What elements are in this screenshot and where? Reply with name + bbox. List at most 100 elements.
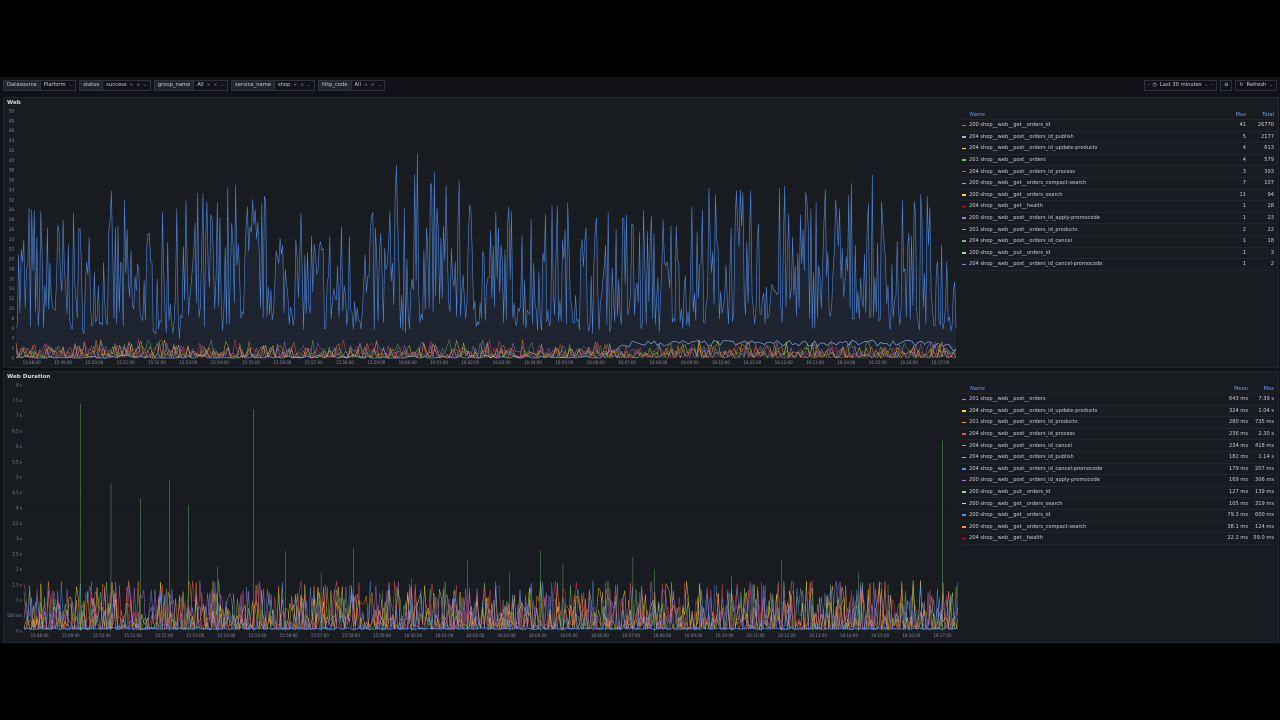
series-label[interactable]: 200 shop__web__get__orders_id — [969, 122, 1050, 128]
legend-row[interactable]: 200 shop__web__post__orders_id_apply-pro… — [962, 213, 1274, 225]
legend-row[interactable]: 204 shop__web__post__orders_id_process 23… — [962, 429, 1274, 441]
legend-series-name[interactable]: 200 shop__web__get__orders_compact-searc… — [962, 180, 1202, 186]
close-icon[interactable]: × — [207, 81, 211, 90]
legend-row[interactable]: 204 shop__web__post__orders_id_process 3 3… — [962, 166, 1274, 178]
legend-header-name[interactable]: Name — [962, 386, 1206, 392]
legend-series-name[interactable]: 204 shop__web__post__orders_id_publish — [962, 454, 1206, 460]
variable-select[interactable]: Platform ⌄ — [40, 80, 77, 91]
legend-row[interactable]: 204 shop__web__get__health 1 28 — [962, 201, 1274, 213]
legend-row[interactable]: 201 shop__web__post__orders 643 ms 7.39 s — [962, 394, 1274, 406]
series-label[interactable]: 204 shop__web__post__orders_id_update-pr… — [969, 145, 1097, 151]
series-label[interactable]: 201 shop__web__post__orders_id_products — [969, 227, 1078, 233]
chevron-down-icon[interactable]: ⌄ — [307, 81, 311, 90]
legend-row[interactable]: 204 shop__web__post__orders_id_cancel 234… — [962, 440, 1274, 452]
legend-row[interactable]: 200 shop__web__put__orders_id 1 3 — [962, 248, 1274, 260]
zoom-out-button[interactable]: ⊖ — [1220, 80, 1233, 91]
legend-series-name[interactable]: 201 shop__web__post__orders — [962, 157, 1202, 163]
time-range-picker[interactable]: ‹ ◷ Last 30 minutes ⌄ › — [1143, 80, 1218, 91]
legend-series-name[interactable]: 200 shop__web__get__orders_search — [962, 501, 1206, 507]
web-duration-chart[interactable]: 0 s 500 ms 1 s 1.5 s 2 s 2.5 s 3 s 3.5 s 4 s 4.5 … — [4, 383, 960, 641]
legend-series-name[interactable]: 204 shop__web__get__health — [962, 535, 1206, 541]
legend-row[interactable]: 200 shop__web__put__orders_id 127 ms 139 m… — [962, 487, 1274, 499]
legend-header-col1[interactable]: Max — [1202, 112, 1246, 118]
series-label[interactable]: 200 shop__web__get__orders_search — [969, 192, 1062, 198]
legend-series-name[interactable]: 204 shop__web__post__orders_id_process — [962, 431, 1206, 437]
series-label[interactable]: 201 shop__web__post__orders — [969, 396, 1046, 402]
variable-select[interactable]: success × × ⌄ — [103, 80, 151, 91]
series-label[interactable]: 204 shop__web__post__orders_id_publish — [969, 454, 1074, 460]
variable-service-name[interactable]: service_name shop × × ⌄ — [231, 80, 315, 91]
legend-series-name[interactable]: 200 shop__web__post__orders_id_apply-pro… — [962, 215, 1202, 221]
legend-series-name[interactable]: 200 shop__web__get__orders_id — [962, 512, 1206, 518]
close-icon[interactable]: × — [293, 81, 297, 90]
legend-row[interactable]: 201 shop__web__post__orders_id_products 2… — [962, 224, 1274, 236]
panel-title[interactable]: Web — [7, 100, 21, 106]
series-label[interactable]: 200 shop__web__put__orders_id — [969, 250, 1050, 256]
legend-series-name[interactable]: 204 shop__web__post__orders_id_cancel — [962, 443, 1206, 449]
variable-group-name[interactable]: group_name All × × ⌄ — [153, 80, 229, 91]
legend-row[interactable]: 200 shop__web__get__orders_compact-searc… — [962, 178, 1274, 190]
variable-select[interactable]: All × × ⌄ — [194, 80, 229, 91]
variable-select[interactable]: All × × ⌄ — [351, 80, 386, 91]
legend-row[interactable]: 200 shop__web__get__orders_id 79.3 ms 600 … — [962, 510, 1274, 522]
legend-row[interactable]: 204 shop__web__post__orders_id_cancel-pr… — [962, 259, 1274, 271]
legend-series-name[interactable]: 200 shop__web__post__orders_id_apply-pro… — [962, 477, 1206, 483]
legend-header-col1[interactable]: Mean — [1206, 386, 1248, 392]
legend-series-name[interactable]: 204 shop__web__post__orders_id_update-pr… — [962, 408, 1206, 414]
legend-series-name[interactable]: 200 shop__web__get__orders_search — [962, 192, 1202, 198]
legend-header-name[interactable]: Name — [962, 112, 1202, 118]
series-label[interactable]: 204 shop__web__post__orders_id_process — [969, 431, 1075, 437]
legend-header-col2[interactable]: Max — [1248, 386, 1274, 392]
legend-series-name[interactable]: 200 shop__web__put__orders_id — [962, 250, 1202, 256]
legend-series-name[interactable]: 204 shop__web__get__health — [962, 203, 1202, 209]
web-chart[interactable]: 0246810121416182022242628303234363840424… — [4, 109, 960, 367]
variable-http-code[interactable]: http_code All × × ⌄ — [317, 80, 386, 91]
legend-row[interactable]: 200 shop__web__post__orders_id_apply-pro… — [962, 475, 1274, 487]
close-icon[interactable]: × — [364, 81, 368, 90]
legend-series-name[interactable]: 200 shop__web__get__orders_compact-searc… — [962, 524, 1206, 530]
legend-row[interactable]: 200 shop__web__get__orders_id 41 26770 — [962, 120, 1274, 132]
series-label[interactable]: 200 shop__web__get__orders_search — [969, 501, 1062, 507]
variable-status[interactable]: status success × × ⌄ — [79, 80, 151, 91]
clear-icon[interactable]: × — [371, 81, 375, 90]
series-label[interactable]: 204 shop__web__post__orders_id_publish — [969, 134, 1074, 140]
panel-title[interactable]: Web Duration — [7, 374, 50, 380]
legend-series-name[interactable]: 204 shop__web__post__orders_id_publish — [962, 134, 1202, 140]
close-icon[interactable]: × — [130, 81, 134, 90]
series-label[interactable]: 204 shop__web__post__orders_id_cancel — [969, 238, 1072, 244]
clear-icon[interactable]: × — [300, 81, 304, 90]
legend-row[interactable]: 204 shop__web__post__orders_id_update-pr… — [962, 406, 1274, 418]
chevron-down-icon[interactable]: ⌄ — [69, 81, 73, 90]
series-label[interactable]: 200 shop__web__post__orders_id_apply-pro… — [969, 477, 1100, 483]
series-label[interactable]: 204 shop__web__post__orders_id_process — [969, 169, 1075, 175]
legend-series-name[interactable]: 204 shop__web__post__orders_id_update-pr… — [962, 145, 1202, 151]
series-label[interactable]: 200 shop__web__post__orders_id_apply-pro… — [969, 215, 1100, 221]
series-label[interactable]: 204 shop__web__get__health — [969, 535, 1043, 541]
series-label[interactable]: 204 shop__web__post__orders_id_cancel-pr… — [969, 261, 1102, 267]
series-label[interactable]: 204 shop__web__post__orders_id_update-pr… — [969, 408, 1097, 414]
chevron-down-icon[interactable]: ⌄ — [1269, 81, 1273, 90]
chevron-right-icon[interactable]: › — [1211, 81, 1213, 90]
variable-datasource[interactable]: Datasource Platform ⌄ — [3, 80, 77, 91]
chevron-down-icon[interactable]: ⌄ — [143, 81, 147, 90]
variable-select[interactable]: shop × × ⌄ — [274, 80, 315, 91]
legend-series-name[interactable]: 201 shop__web__post__orders — [962, 396, 1206, 402]
legend-series-name[interactable]: 204 shop__web__post__orders_id_cancel-pr… — [962, 261, 1202, 267]
legend-series-name[interactable]: 201 shop__web__post__orders_id_products — [962, 419, 1206, 425]
legend-series-name[interactable]: 200 shop__web__get__orders_id — [962, 122, 1202, 128]
legend-series-name[interactable]: 204 shop__web__post__orders_id_cancel-pr… — [962, 466, 1206, 472]
series-label[interactable]: 200 shop__web__get__orders_compact-searc… — [969, 180, 1086, 186]
legend-header-col2[interactable]: Total — [1246, 112, 1274, 118]
chevron-left-icon[interactable]: ‹ — [1148, 81, 1150, 90]
legend-row[interactable]: 201 shop__web__post__orders_id_products 2… — [962, 417, 1274, 429]
series-label[interactable]: 204 shop__web__post__orders_id_cancel — [969, 443, 1072, 449]
clear-icon[interactable]: × — [213, 81, 217, 90]
legend-row[interactable]: 204 shop__web__post__orders_id_cancel-pr… — [962, 464, 1274, 476]
legend-row[interactable]: 204 shop__web__get__health 22.2 ms 59.0 ms — [962, 533, 1274, 545]
legend-row[interactable]: 200 shop__web__get__orders_search 11 94 — [962, 190, 1274, 202]
legend-series-name[interactable]: 204 shop__web__post__orders_id_cancel — [962, 238, 1202, 244]
legend-series-name[interactable]: 204 shop__web__post__orders_id_process — [962, 169, 1202, 175]
series-label[interactable]: 201 shop__web__post__orders — [969, 157, 1046, 163]
clear-icon[interactable]: × — [136, 81, 140, 90]
chevron-down-icon[interactable]: ⌄ — [378, 81, 382, 90]
